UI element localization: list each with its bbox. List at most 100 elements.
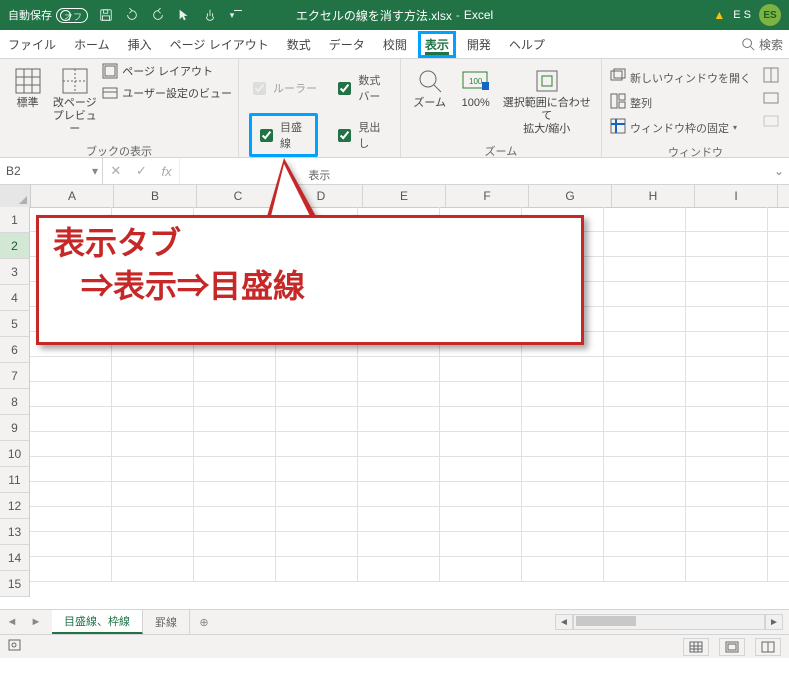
autosave-switch[interactable]: オフ	[56, 8, 88, 23]
cell[interactable]	[768, 332, 789, 357]
sheet-nav-next-icon[interactable]: ►	[24, 610, 48, 634]
cell[interactable]	[522, 507, 604, 532]
cell[interactable]	[112, 407, 194, 432]
cell[interactable]	[194, 432, 276, 457]
cell[interactable]	[686, 232, 768, 257]
cell[interactable]	[686, 382, 768, 407]
user-avatar[interactable]: ES	[759, 4, 781, 26]
view-normal-button[interactable]: 標準	[6, 63, 49, 114]
cell[interactable]	[686, 457, 768, 482]
row-header[interactable]: 2	[0, 233, 30, 259]
gridlines-checkbox-input[interactable]	[260, 129, 273, 142]
cell[interactable]	[768, 307, 789, 332]
cell[interactable]	[30, 457, 112, 482]
cell[interactable]	[604, 432, 686, 457]
scroll-right-button[interactable]: ►	[765, 614, 783, 630]
cell[interactable]	[522, 557, 604, 582]
cell[interactable]	[604, 282, 686, 307]
column-header[interactable]: I	[695, 185, 778, 208]
cell[interactable]	[522, 532, 604, 557]
cell[interactable]	[604, 557, 686, 582]
show-formula-bar-checkbox[interactable]: 数式バー	[334, 71, 389, 105]
cell[interactable]	[112, 357, 194, 382]
search-box[interactable]: 検索	[741, 36, 783, 53]
cell[interactable]	[194, 457, 276, 482]
column-header[interactable]: H	[612, 185, 695, 208]
undo-icon[interactable]	[124, 7, 140, 23]
view-page-break-icon[interactable]	[755, 638, 781, 656]
cell[interactable]	[604, 507, 686, 532]
cell[interactable]	[30, 432, 112, 457]
cell[interactable]	[768, 232, 789, 257]
cell[interactable]	[194, 382, 276, 407]
cell[interactable]	[112, 382, 194, 407]
cell[interactable]	[686, 207, 768, 232]
cell[interactable]	[30, 357, 112, 382]
cell[interactable]	[604, 382, 686, 407]
cell[interactable]	[194, 557, 276, 582]
expand-formula-bar-icon[interactable]: ⌄	[769, 158, 789, 184]
cell[interactable]	[686, 432, 768, 457]
column-header[interactable]: B	[114, 185, 197, 208]
column-header[interactable]: F	[446, 185, 529, 208]
headings-checkbox-input[interactable]	[338, 129, 351, 142]
cell[interactable]	[112, 482, 194, 507]
split-icon[interactable]	[763, 67, 779, 86]
cell[interactable]	[768, 482, 789, 507]
cell[interactable]	[768, 282, 789, 307]
cell[interactable]	[440, 507, 522, 532]
view-page-layout-icon[interactable]	[719, 638, 745, 656]
formula-bar-checkbox-input[interactable]	[338, 82, 351, 95]
tab-page-layout[interactable]: ページ レイアウト	[168, 36, 271, 53]
freeze-panes-button[interactable]: ウィンドウ枠の固定 ▾	[610, 117, 751, 138]
cell[interactable]	[194, 407, 276, 432]
cell[interactable]	[358, 532, 440, 557]
row-header[interactable]: 11	[0, 467, 30, 493]
view-page-layout-button[interactable]: ページ レイアウト	[102, 63, 232, 79]
qat-customize-dropdown-icon[interactable]: ▾	[228, 7, 244, 23]
row-header[interactable]: 6	[0, 337, 30, 363]
row-header[interactable]: 15	[0, 571, 30, 597]
unhide-window-icon[interactable]	[763, 113, 779, 132]
cell[interactable]	[276, 357, 358, 382]
cell[interactable]	[440, 532, 522, 557]
row-header[interactable]: 10	[0, 441, 30, 467]
cell[interactable]	[30, 382, 112, 407]
cell[interactable]	[440, 382, 522, 407]
warning-icon[interactable]: ▲	[713, 8, 725, 22]
cell[interactable]	[604, 307, 686, 332]
column-header[interactable]: J	[778, 185, 789, 208]
cell[interactable]	[112, 507, 194, 532]
cell[interactable]	[686, 407, 768, 432]
cell[interactable]	[522, 482, 604, 507]
cell[interactable]	[604, 407, 686, 432]
cell[interactable]	[276, 482, 358, 507]
cell[interactable]	[768, 432, 789, 457]
cell[interactable]	[768, 557, 789, 582]
cell[interactable]	[112, 432, 194, 457]
cell[interactable]	[276, 507, 358, 532]
new-window-button[interactable]: 新しいウィンドウを開く	[610, 67, 751, 88]
row-header[interactable]: 3	[0, 259, 30, 285]
cell[interactable]	[604, 257, 686, 282]
row-header[interactable]: 5	[0, 311, 30, 337]
cell[interactable]	[604, 457, 686, 482]
cell[interactable]	[768, 457, 789, 482]
cell[interactable]	[358, 382, 440, 407]
cell[interactable]	[768, 207, 789, 232]
cell[interactable]	[768, 507, 789, 532]
scroll-left-button[interactable]: ◄	[555, 614, 573, 630]
cell[interactable]	[686, 282, 768, 307]
cell[interactable]	[686, 332, 768, 357]
row-header[interactable]: 14	[0, 545, 30, 571]
sheet-tab-active[interactable]: 目盛線、枠線	[52, 610, 143, 634]
cell[interactable]	[276, 407, 358, 432]
cell[interactable]	[686, 307, 768, 332]
cell[interactable]	[440, 407, 522, 432]
cell[interactable]	[440, 557, 522, 582]
show-gridlines-checkbox[interactable]: 目盛線	[256, 118, 311, 152]
cell[interactable]	[604, 232, 686, 257]
cell[interactable]	[686, 357, 768, 382]
cursor-icon[interactable]	[176, 7, 192, 23]
horizontal-scrollbar[interactable]	[573, 614, 765, 630]
